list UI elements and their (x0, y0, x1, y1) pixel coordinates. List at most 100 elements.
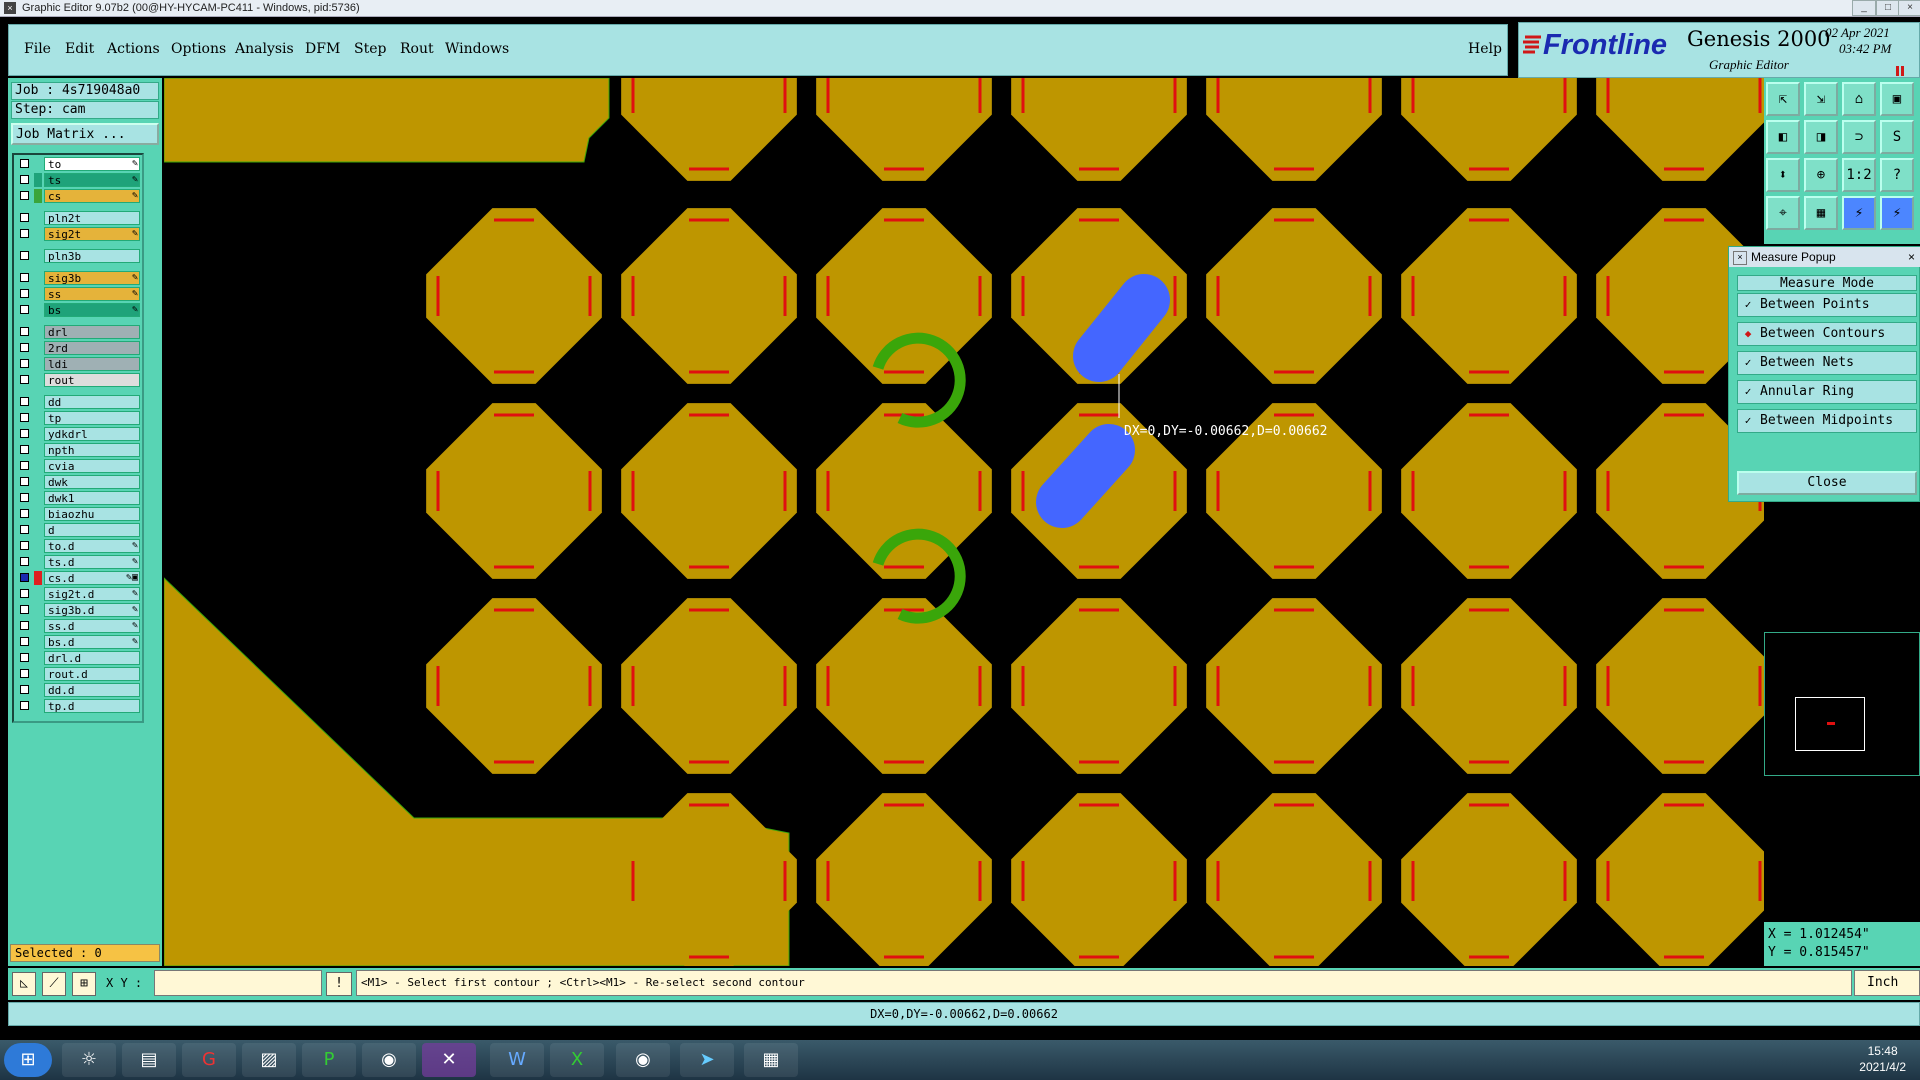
layer-name[interactable]: to (44, 157, 140, 171)
layer-row[interactable]: ss.d ✎ (18, 619, 142, 633)
center-icon[interactable]: ⊕ (1804, 158, 1838, 192)
mode-between-nets[interactable]: ✓ Between Nets (1737, 351, 1917, 375)
layer-checkbox[interactable] (20, 305, 29, 314)
layer-checkbox[interactable] (20, 653, 29, 662)
layer-row[interactable]: rout.d (18, 667, 142, 681)
layer-row[interactable]: tp (18, 411, 142, 425)
layer-row[interactable]: ldi (18, 357, 142, 371)
xy-input[interactable] (154, 970, 322, 996)
pan-left-icon[interactable]: ◧ (1766, 120, 1800, 154)
layer-checkbox[interactable] (20, 477, 29, 486)
graphic-canvas[interactable]: DX=0,DY=-0.00662,D=0.00662 (164, 78, 1764, 966)
s-icon[interactable]: S (1880, 120, 1914, 154)
layer-checkbox[interactable] (20, 191, 29, 200)
layer-checkbox[interactable] (20, 621, 29, 630)
layer-checkbox[interactable] (20, 413, 29, 422)
layer-row[interactable]: npth (18, 443, 142, 457)
layer-row[interactable]: drl (18, 325, 142, 339)
measure-tool-icon[interactable]: ⌖ (1766, 196, 1800, 230)
layer-row[interactable]: pln2t (18, 211, 142, 225)
layer-name[interactable]: to.d (44, 539, 140, 553)
layer-row[interactable]: bs ✎ (18, 303, 142, 317)
save-icon[interactable]: ▨ (242, 1043, 296, 1077)
layer-row[interactable]: to.d ✎ (18, 539, 142, 553)
layer-name[interactable]: rout.d (44, 667, 140, 681)
layer-row[interactable]: 2rd (18, 341, 142, 355)
layer-row[interactable]: tp.d (18, 699, 142, 713)
layer-name[interactable]: drl.d (44, 651, 140, 665)
units-selector[interactable]: Inch (1854, 970, 1920, 996)
layer-name[interactable]: 2rd (44, 341, 140, 355)
p-app-icon[interactable]: P (302, 1043, 356, 1077)
eye-app-icon[interactable]: ◉ (362, 1043, 416, 1077)
layer-row[interactable]: to ✎ (18, 157, 142, 171)
close-app-icon[interactable]: ✕ (422, 1043, 476, 1077)
layer-checkbox[interactable] (20, 251, 29, 260)
connect-icon[interactable]: ⊃ (1842, 120, 1876, 154)
zoom-out-icon[interactable]: ⇲ (1804, 82, 1838, 116)
layer-row[interactable]: ss ✎ (18, 287, 142, 301)
menu-actions[interactable]: Actions (107, 41, 160, 57)
mode-between-midpoints[interactable]: ✓ Between Midpoints (1737, 409, 1917, 433)
zoom-home-icon[interactable]: ⇱ (1766, 82, 1800, 116)
layer-name[interactable]: ts.d (44, 555, 140, 569)
layer-checkbox[interactable] (20, 213, 29, 222)
layer-checkbox[interactable] (20, 159, 29, 168)
layer-name[interactable]: drl (44, 325, 140, 339)
layer-checkbox[interactable] (20, 289, 29, 298)
layer-row[interactable]: cvia (18, 459, 142, 473)
menu-help[interactable]: Help (1468, 41, 1502, 57)
notepad-icon[interactable]: ▤ (122, 1043, 176, 1077)
layer-checkbox[interactable] (20, 461, 29, 470)
layer-row[interactable]: sig2t ✎ (18, 227, 142, 241)
layer-name[interactable]: npth (44, 443, 140, 457)
layer-row[interactable]: biaozhu (18, 507, 142, 521)
layer-checkbox[interactable] (20, 229, 29, 238)
layer-name[interactable]: ss (44, 287, 140, 301)
layer-checkbox[interactable] (20, 375, 29, 384)
popup-x-icon[interactable]: × (1908, 247, 1915, 267)
layer-checkbox[interactable] (20, 685, 29, 694)
layer-color-icon[interactable]: ⚡ (1842, 196, 1876, 230)
layer-row[interactable]: dwk1 (18, 491, 142, 505)
layer-checkbox[interactable] (20, 605, 29, 614)
help-icon[interactable]: ? (1880, 158, 1914, 192)
layer-name[interactable]: pln2t (44, 211, 140, 225)
windows-start-icon[interactable]: ⊞ (4, 1043, 52, 1077)
layer-name[interactable]: tp.d (44, 699, 140, 713)
layer-row[interactable]: ydkdrl (18, 427, 142, 441)
layer-checkbox[interactable] (20, 397, 29, 406)
home-icon[interactable]: ⌂ (1842, 82, 1876, 116)
g-app-icon[interactable]: G (182, 1043, 236, 1077)
layer-name[interactable]: ldi (44, 357, 140, 371)
layer-checkbox[interactable] (20, 273, 29, 282)
layer-name[interactable]: cs (44, 189, 140, 203)
mode-between-points[interactable]: ✓ Between Points (1737, 293, 1917, 317)
layer-name[interactable]: ss.d (44, 619, 140, 633)
layer-checkbox[interactable] (20, 359, 29, 368)
layer-checkbox[interactable] (20, 701, 29, 710)
layer-checkbox[interactable] (20, 493, 29, 502)
layer-checkbox[interactable] (20, 175, 29, 184)
layer-name[interactable]: d (44, 523, 140, 537)
layer-row[interactable]: ts ✎ (18, 173, 142, 187)
layer-name[interactable]: ts (44, 173, 140, 187)
layer-row[interactable]: pln3b (18, 249, 142, 263)
layer-checkbox[interactable] (20, 669, 29, 678)
layer-name[interactable]: sig2t.d (44, 587, 140, 601)
layer-row[interactable]: sig3b.d ✎ (18, 603, 142, 617)
layer-name[interactable]: dwk (44, 475, 140, 489)
menu-analysis[interactable]: Analysis (235, 41, 294, 57)
snap-icon[interactable]: ⚡ (1880, 196, 1914, 230)
layer-name[interactable]: bs.d (44, 635, 140, 649)
menu-dfm[interactable]: DFM (305, 41, 340, 57)
snap-mode-icon[interactable]: ◺ (12, 972, 36, 996)
layer-row[interactable]: ts.d ✎ (18, 555, 142, 569)
layer-name[interactable]: cvia (44, 459, 140, 473)
layer-checkbox[interactable] (20, 509, 29, 518)
layer-row[interactable]: bs.d ✎ (18, 635, 142, 649)
grid-icon[interactable]: ▦ (1804, 196, 1838, 230)
layer-name[interactable]: sig2t (44, 227, 140, 241)
menu-windows[interactable]: Windows (445, 41, 509, 57)
close-button[interactable]: × (1898, 0, 1920, 16)
